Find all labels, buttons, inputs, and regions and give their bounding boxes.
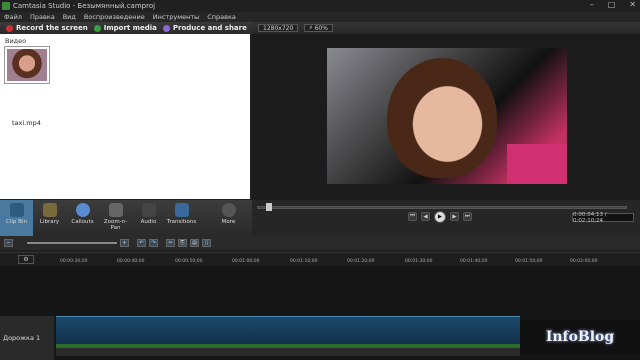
camtasia-logo-icon: [2, 2, 10, 10]
video-canvas[interactable]: [327, 48, 567, 184]
step-forward-button[interactable]: ▶: [450, 212, 459, 221]
ruler-tick: 00:01:30;00: [405, 259, 433, 264]
playback-controls: ⏮ ◀ ▶ ▶ ⏭ 0:00:04;13 / 0:02:10;24: [252, 200, 640, 236]
resolution-dropdown[interactable]: 1280x720: [258, 24, 299, 32]
track-label: Дорожка 1: [3, 334, 41, 342]
ruler-tick: 00:01:50;00: [515, 259, 543, 264]
menu-tools[interactable]: Инструменты: [153, 13, 200, 21]
close-button[interactable]: ✕: [629, 0, 636, 9]
ruler-tick: 00:01:40;00: [460, 259, 488, 264]
library-icon: [42, 203, 57, 217]
step-back-button[interactable]: ◀: [421, 212, 430, 221]
menu-bar: Файл Правка Вид Воспроизведение Инструме…: [0, 12, 640, 22]
paste-icon[interactable]: ▤: [190, 239, 199, 247]
scrub-handle[interactable]: [266, 203, 272, 211]
produce-icon: [162, 24, 170, 32]
tab-callouts[interactable]: Callouts: [66, 200, 99, 236]
skip-back-button[interactable]: ⏮: [408, 212, 417, 221]
timeline-toolbar: − + ↶ ↷ ✂ ⎘ ▤ ▯: [0, 236, 640, 250]
watermark-logo: InfoBlog: [520, 320, 640, 354]
media-file-name: taxi.mp4: [12, 119, 41, 127]
transitions-icon: [174, 203, 189, 217]
menu-edit[interactable]: Правка: [30, 13, 55, 21]
task-toolbar: Record the screen Import media Produce a…: [0, 22, 252, 34]
play-button[interactable]: ▶: [434, 211, 446, 223]
menu-file[interactable]: Файл: [4, 13, 22, 21]
ruler-tick: 00:00:50;00: [175, 259, 203, 264]
timeline-zoom-slider[interactable]: [27, 242, 117, 244]
scrub-bar[interactable]: [257, 206, 627, 209]
audio-icon: [141, 203, 156, 217]
redo-icon[interactable]: ↷: [149, 239, 158, 247]
ruler-tick: 00:01:00;00: [232, 259, 260, 264]
minimize-button[interactable]: –: [590, 0, 594, 9]
title-bar: Camtasia Studio - Безымянный.camproj: [0, 0, 640, 12]
split-icon[interactable]: ▯: [202, 239, 211, 247]
video-clip[interactable]: [56, 316, 520, 350]
window-controls: – □ ✕: [590, 0, 636, 9]
timecode-display: 0:00:04;13 / 0:02:10;24: [572, 212, 634, 224]
callout-icon: [75, 203, 90, 217]
preview-toolbar: 1280x720 ⌕ 60%: [252, 22, 640, 34]
timeline-scrollbar[interactable]: [56, 348, 520, 356]
import-icon: [93, 24, 101, 32]
transport-buttons: ⏮ ◀ ▶ ▶ ⏭: [408, 211, 472, 223]
media-thumbnail[interactable]: [4, 46, 50, 84]
section-label: Видео: [5, 37, 27, 45]
undo-icon[interactable]: ↶: [137, 239, 146, 247]
cut-icon[interactable]: ✂: [166, 239, 175, 247]
video-frame-shirt: [507, 144, 567, 184]
ruler-tick: 00:00:30;00: [60, 259, 88, 264]
tab-transitions[interactable]: Transitions: [165, 200, 198, 236]
produce-share-button[interactable]: Produce and share: [162, 24, 247, 32]
skip-forward-button[interactable]: ⏭: [463, 212, 472, 221]
copy-icon[interactable]: ⎘: [178, 239, 187, 247]
ruler-tick: 00:01:10;00: [290, 259, 318, 264]
import-media-button[interactable]: Import media: [93, 24, 157, 32]
ruler-tick: 00:02:00;00: [570, 259, 598, 264]
zoom-out-icon[interactable]: −: [4, 239, 13, 247]
tab-more[interactable]: More: [212, 200, 245, 236]
menu-playback[interactable]: Воспроизведение: [84, 13, 145, 21]
tab-audio[interactable]: Audio: [132, 200, 165, 236]
zoom-dropdown[interactable]: ⌕ 60%: [304, 24, 333, 32]
tab-clip-bin[interactable]: Clip Bin: [0, 200, 33, 236]
video-frame-face: [387, 58, 497, 178]
record-screen-button[interactable]: Record the screen: [6, 24, 88, 32]
preview-panel: 1280x720 ⌕ 60%: [252, 22, 640, 200]
thumbnail-image: [7, 49, 47, 81]
timeline-ruler[interactable]: ⚙ 00:00:30;00 00:00:40;00 00:00:50;00 00…: [0, 252, 640, 266]
menu-view[interactable]: Вид: [63, 13, 76, 21]
menu-help[interactable]: Справка: [207, 13, 236, 21]
tab-zoom-n-pan[interactable]: Zoom-n-Pan: [99, 200, 132, 236]
gear-icon[interactable]: ⚙: [18, 255, 34, 264]
ruler-tick: 00:01:20;00: [347, 259, 375, 264]
zoom-in-icon[interactable]: +: [120, 239, 129, 247]
zoom-icon: [108, 203, 123, 217]
clip-bin-panel: Видео taxi.mp4: [0, 34, 250, 199]
task-tabs: Clip Bin Library Callouts Zoom-n-Pan Aud…: [0, 200, 252, 236]
ruler-tick: 00:00:40;00: [117, 259, 145, 264]
window-title: Camtasia Studio - Безымянный.camproj: [13, 2, 156, 10]
more-icon: [221, 203, 236, 217]
tab-library[interactable]: Library: [33, 200, 66, 236]
maximize-button[interactable]: □: [608, 0, 616, 9]
record-icon: [6, 24, 13, 32]
film-icon: [9, 203, 24, 217]
